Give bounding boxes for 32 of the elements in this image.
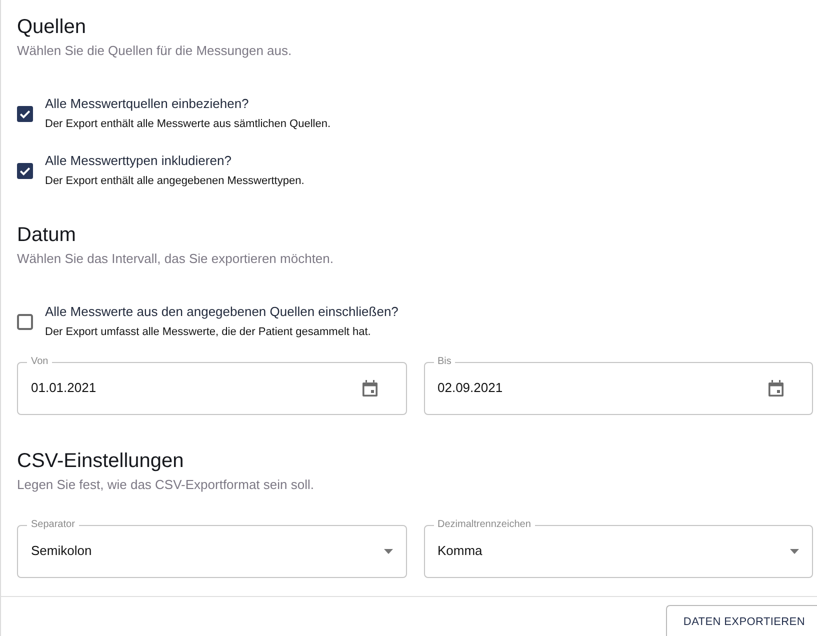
option-label: Alle Messwertquellen einbeziehen? (45, 95, 250, 113)
option-description: Der Export enthält alle Messwerte aus sämtlichen Quellen. (45, 117, 331, 132)
select-field[interactable]: Dezimaltrennzeichen Komma (424, 519, 813, 578)
select-field[interactable]: Separator Semikolon (17, 519, 406, 578)
field-label: Bis (436, 356, 452, 368)
export-button[interactable]: DATEN EXPORTIEREN (666, 605, 817, 636)
section-heading: CSV-Einstellungen (17, 449, 185, 473)
date-field[interactable]: Von 01.01.2021 (17, 356, 406, 415)
option-description: Der Export umfasst alle Messwerte, die der Patient gesammelt hat. (45, 325, 372, 340)
date-field[interactable]: Bis 02.09.2021 (424, 356, 813, 415)
calendar-icon[interactable] (362, 380, 378, 396)
field-value: 02.09.2021 (438, 379, 503, 397)
checkbox[interactable] (17, 106, 33, 122)
option-description: Der Export enthält alle angegebenen Messwerttypen. (45, 174, 304, 189)
field-label: Dezimaltrennzeichen (436, 519, 532, 531)
option-label: Alle Messwerte aus den angegebenen Quellen einschließen? (45, 303, 398, 321)
caret-icon[interactable] (790, 548, 799, 554)
section-subtitle: Wählen Sie die Quellen für die Messungen aus. (17, 42, 293, 60)
field-value: 01.01.2021 (31, 379, 96, 397)
field-label: Von (30, 356, 50, 368)
checkbox[interactable] (17, 162, 33, 178)
option-label: Alle Messwerttypen inkludieren? (45, 152, 232, 170)
field-label: Separator (30, 519, 76, 531)
field-value: Semikolon (31, 542, 92, 560)
calendar-icon[interactable] (768, 380, 784, 396)
checkbox[interactable] (17, 314, 33, 330)
section-subtitle: Legen Sie fest, wie das CSV-Exportformat sein soll. (17, 476, 315, 494)
caret-icon[interactable] (384, 548, 392, 554)
field-value: Komma (438, 542, 482, 560)
section-heading: Datum (17, 223, 77, 247)
section-heading: Quellen (17, 15, 87, 39)
section-subtitle: Wählen Sie das Intervall, das Sie exportieren möchten. (17, 250, 335, 268)
